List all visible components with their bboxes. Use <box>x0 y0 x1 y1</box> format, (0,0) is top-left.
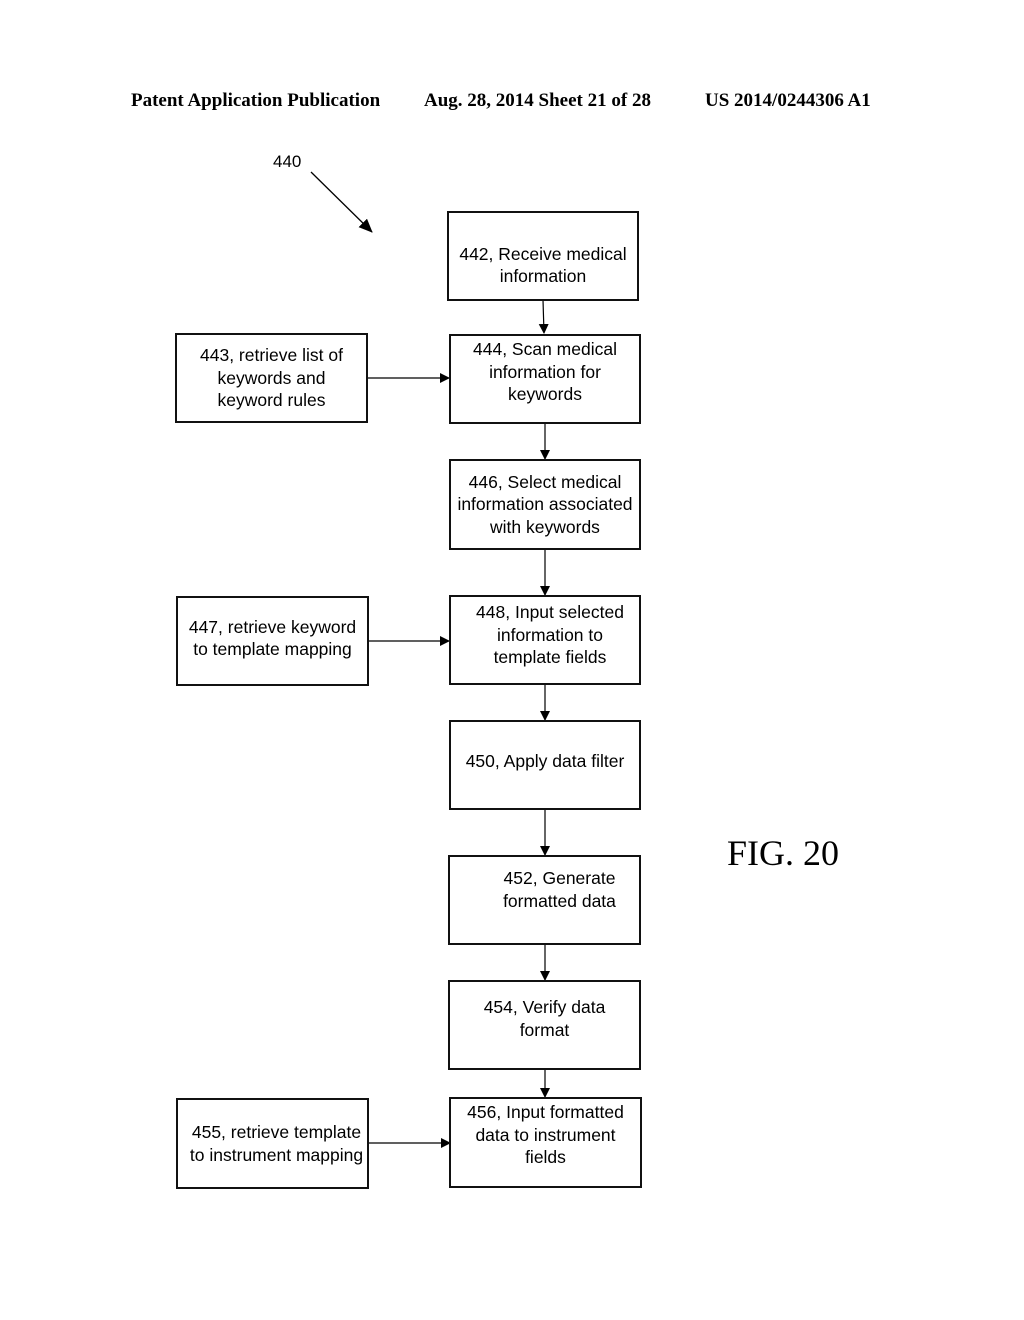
step-455-retrieve-instrument-mapping: 455, retrieve template to instrument map… <box>176 1098 369 1189</box>
step-442-label: 442, Receive medical information <box>459 243 627 287</box>
figure-label: FIG. 20 <box>727 833 840 873</box>
step-447-label: 447, retrieve keyword to template mappin… <box>188 616 357 660</box>
step-444-scan-medical-information: 444, Scan medical information for keywor… <box>449 334 641 424</box>
step-450-apply-data-filter: 450, Apply data filter <box>449 720 641 810</box>
step-443-retrieve-keywords: 443, retrieve list of keywords and keywo… <box>175 333 368 423</box>
step-455-label: 455, retrieve template to instrument map… <box>189 1122 364 1165</box>
step-444-label: 444, Scan medical information for keywor… <box>473 339 617 404</box>
step-447-retrieve-keyword-mapping: 447, retrieve keyword to template mappin… <box>176 596 369 686</box>
arrow-442-to-444 <box>538 299 549 334</box>
step-456-input-formatted-data: 456, Input formatted data to instrument … <box>449 1097 642 1188</box>
step-446-select-medical-information: 446, Select medical information associat… <box>449 459 641 550</box>
step-442-receive-medical-information: 442, Receive medical information <box>447 211 639 301</box>
step-450-label: 450, Apply data filter <box>465 750 625 771</box>
reference-arrow <box>310 171 373 233</box>
step-448-label: 448, Input selected information to templ… <box>476 602 624 667</box>
step-454-verify-data-format: 454, Verify data format <box>448 980 641 1070</box>
step-446-label: 446, Select medical information associat… <box>457 471 633 537</box>
step-443-label: 443, retrieve list of keywords and keywo… <box>200 345 343 411</box>
step-454-label: 454, Verify data format <box>483 997 606 1040</box>
step-452-label: 452, Generate formatted data <box>503 868 616 911</box>
step-452-generate-formatted-data: 452, Generate formatted data <box>448 855 641 945</box>
step-456-label: 456, Input formatted data to instrument … <box>467 1102 624 1167</box>
step-448-input-selected-information: 448, Input selected information to templ… <box>449 595 641 685</box>
